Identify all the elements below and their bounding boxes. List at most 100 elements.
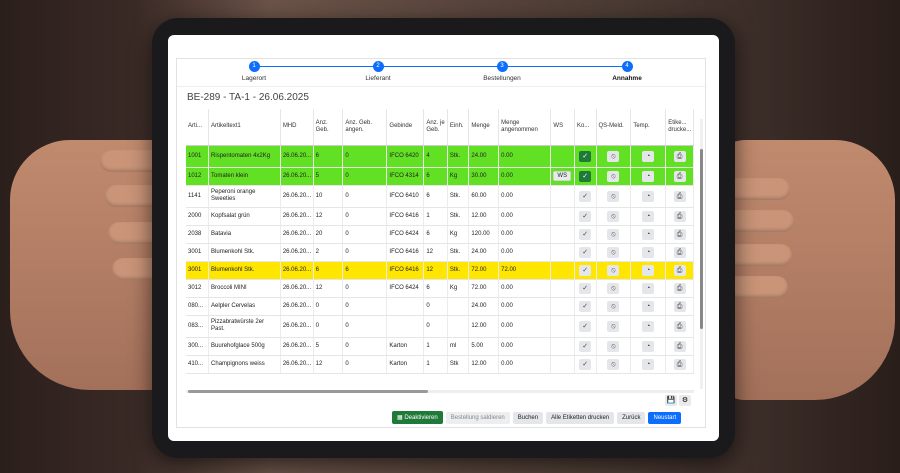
printer-icon[interactable]: ⎙	[673, 264, 686, 276]
temperature-icon[interactable]: ◔	[642, 150, 655, 162]
check-icon[interactable]: ✓	[579, 300, 592, 312]
cell-text: Peperoni orange Sweeties	[208, 185, 281, 208]
wizard-stepper: 1 Lagerort 2 Lieferant 3 Bestellungen 4 …	[177, 59, 707, 87]
qs-report-icon[interactable]: ⦸	[607, 340, 620, 352]
column-header[interactable]: Etike... drucke...	[665, 109, 694, 146]
temperature-icon[interactable]: ◔	[642, 358, 655, 370]
print-all-labels-button[interactable]: Alle Etiketten drucken	[546, 412, 615, 424]
printer-icon[interactable]: ⎙	[673, 150, 686, 162]
check-icon[interactable]: ✓	[579, 358, 592, 370]
back-button[interactable]: Zurück	[617, 412, 646, 424]
table-row[interactable]: 3001 Blumenkohl Stk. 26.06.20... 2 0 IFCO 641…	[186, 243, 694, 262]
column-header[interactable]: Ko...	[574, 109, 597, 146]
qs-report-icon[interactable]: ⦸	[607, 246, 620, 258]
qs-report-icon[interactable]: ⦸	[607, 320, 620, 332]
table-row[interactable]: 080... Aelpler Cervelas 26.06.20... 0 0 0 24.0…	[186, 297, 694, 316]
table-row[interactable]: 083... Pizzabratwürste 2er Past. 26.06.20.…	[186, 315, 694, 338]
printer-icon[interactable]: ⎙	[673, 358, 686, 370]
table-row[interactable]: 1141 Peperoni orange Sweeties 26.06.20... 1…	[186, 185, 694, 208]
column-header[interactable]: Anz. Geb.	[313, 109, 344, 146]
printer-icon[interactable]: ⎙	[673, 282, 686, 294]
check-icon[interactable]: ✓	[579, 190, 592, 202]
column-header[interactable]: MHD	[280, 109, 314, 146]
temperature-icon[interactable]: ◔	[642, 210, 655, 222]
printer-icon[interactable]: ⎙	[673, 246, 686, 258]
printer-icon[interactable]: ⎙	[673, 300, 686, 312]
check-icon[interactable]: ✓	[579, 170, 592, 182]
cell-printer: ⎙	[665, 185, 694, 208]
table-horizontal-scrollbar[interactable]	[186, 390, 694, 393]
column-header[interactable]: Anz. je Geb.	[423, 109, 448, 146]
temperature-icon[interactable]: ◔	[642, 340, 655, 352]
temperature-icon[interactable]: ◔	[642, 190, 655, 202]
step-lagerort[interactable]: 1 Lagerort	[209, 61, 299, 82]
gear-icon[interactable]: ⚙	[679, 395, 691, 406]
qs-report-icon[interactable]: ⦸	[607, 150, 620, 162]
printer-icon[interactable]: ⎙	[673, 170, 686, 182]
qs-report-icon[interactable]: ⦸	[607, 210, 620, 222]
temperature-icon[interactable]: ◔	[642, 170, 655, 182]
table-row[interactable]: 1001 Rispentomaten 4x2Kg 26.06.20... 6 0 IFCO…	[186, 145, 694, 168]
temperature-icon[interactable]: ◔	[642, 300, 655, 312]
check-icon[interactable]: ✓	[579, 210, 592, 222]
printer-icon[interactable]: ⎙	[673, 320, 686, 332]
qs-report-icon[interactable]: ⦸	[607, 358, 620, 370]
book-button[interactable]: Buchen	[512, 412, 544, 424]
column-header[interactable]: WS	[550, 109, 575, 146]
check-icon[interactable]: ✓	[579, 282, 592, 294]
step-lieferant[interactable]: 2 Lieferant	[333, 61, 423, 82]
qs-report-icon[interactable]: ⦸	[607, 300, 620, 312]
qs-report-icon[interactable]: ⦸	[607, 282, 620, 294]
check-icon[interactable]: ✓	[579, 320, 592, 332]
column-header[interactable]: Einh.	[447, 109, 470, 146]
printer-icon[interactable]: ⎙	[673, 190, 686, 202]
table-row[interactable]: 2038 Batavia 26.06.20... 20 0 IFCO 6424 6 Kg 120…	[186, 225, 694, 244]
step-annahme[interactable]: 4 Annahme	[582, 61, 672, 82]
cell-text: Aelpler Cervelas	[208, 297, 281, 316]
table-vertical-scrollbar[interactable]	[700, 119, 703, 389]
check-icon[interactable]: ✓	[579, 246, 592, 258]
table-row[interactable]: 300... Buurehofglace 500g 26.06.20... 5 0 Kar…	[186, 337, 694, 356]
cell-menge: 24.00	[468, 145, 500, 168]
column-header[interactable]: Menge	[468, 109, 500, 146]
qs-report-icon[interactable]: ⦸	[607, 264, 620, 276]
table-row[interactable]: 3001 Blumenkohl Stk. 26.06.20... 6 6 IFCO 641…	[186, 261, 694, 280]
qs-report-icon[interactable]: ⦸	[607, 170, 620, 182]
table-row[interactable]: 3012 Broccoli MINI 26.06.20... 12 0 IFCO 6424…	[186, 279, 694, 298]
cell-je: 6	[423, 185, 448, 208]
column-header[interactable]: Gebinde	[386, 109, 425, 146]
settle-order-button[interactable]: Bestellung saldieren	[445, 412, 510, 424]
save-icon[interactable]: 💾	[665, 395, 677, 406]
cell-check: ✓	[574, 337, 597, 356]
temperature-icon[interactable]: ◔	[642, 264, 655, 276]
table-row[interactable]: 410... Champignons weiss 26.06.20... 12 0 Kar…	[186, 355, 694, 374]
printer-icon[interactable]: ⎙	[673, 228, 686, 240]
column-header[interactable]: Anz. Geb. angen.	[342, 109, 388, 146]
scrollbar-thumb[interactable]	[188, 390, 428, 393]
qs-report-icon[interactable]: ⦸	[607, 190, 620, 202]
check-icon[interactable]: ✓	[579, 228, 592, 240]
check-icon[interactable]: ✓	[579, 150, 592, 162]
temperature-icon[interactable]: ◔	[642, 246, 655, 258]
temperature-icon[interactable]: ◔	[642, 228, 655, 240]
temperature-icon[interactable]: ◔	[642, 282, 655, 294]
restart-button[interactable]: Neustart	[648, 412, 682, 424]
column-header[interactable]: QS-Meld.	[596, 109, 632, 146]
scrollbar-thumb[interactable]	[700, 149, 703, 329]
printer-icon[interactable]: ⎙	[673, 340, 686, 352]
step-bestellungen[interactable]: 3 Bestellungen	[457, 61, 547, 82]
qs-report-icon[interactable]: ⦸	[607, 228, 620, 240]
table-row[interactable]: 1012 Tomaten klein 26.06.20... 5 0 IFCO 4314 6…	[186, 167, 694, 186]
ws-button[interactable]: WS	[553, 170, 572, 182]
column-header[interactable]: Temp.	[630, 109, 667, 146]
column-header[interactable]: Menge angenommen	[498, 109, 552, 146]
printer-icon[interactable]: ⎙	[673, 210, 686, 222]
cell-menge_ang: 0.00	[498, 185, 552, 208]
check-icon[interactable]: ✓	[579, 340, 592, 352]
check-icon[interactable]: ✓	[579, 264, 592, 276]
temperature-icon[interactable]: ◔	[642, 320, 655, 332]
column-header[interactable]: Artikeltext1	[208, 109, 281, 146]
deactivate-button[interactable]: ▦ Deaktivieren	[392, 411, 443, 424]
table-row[interactable]: 2000 Kopfsalat grün 26.06.20... 12 0 IFCO 641…	[186, 207, 694, 226]
column-header[interactable]: Arti...	[186, 109, 210, 146]
